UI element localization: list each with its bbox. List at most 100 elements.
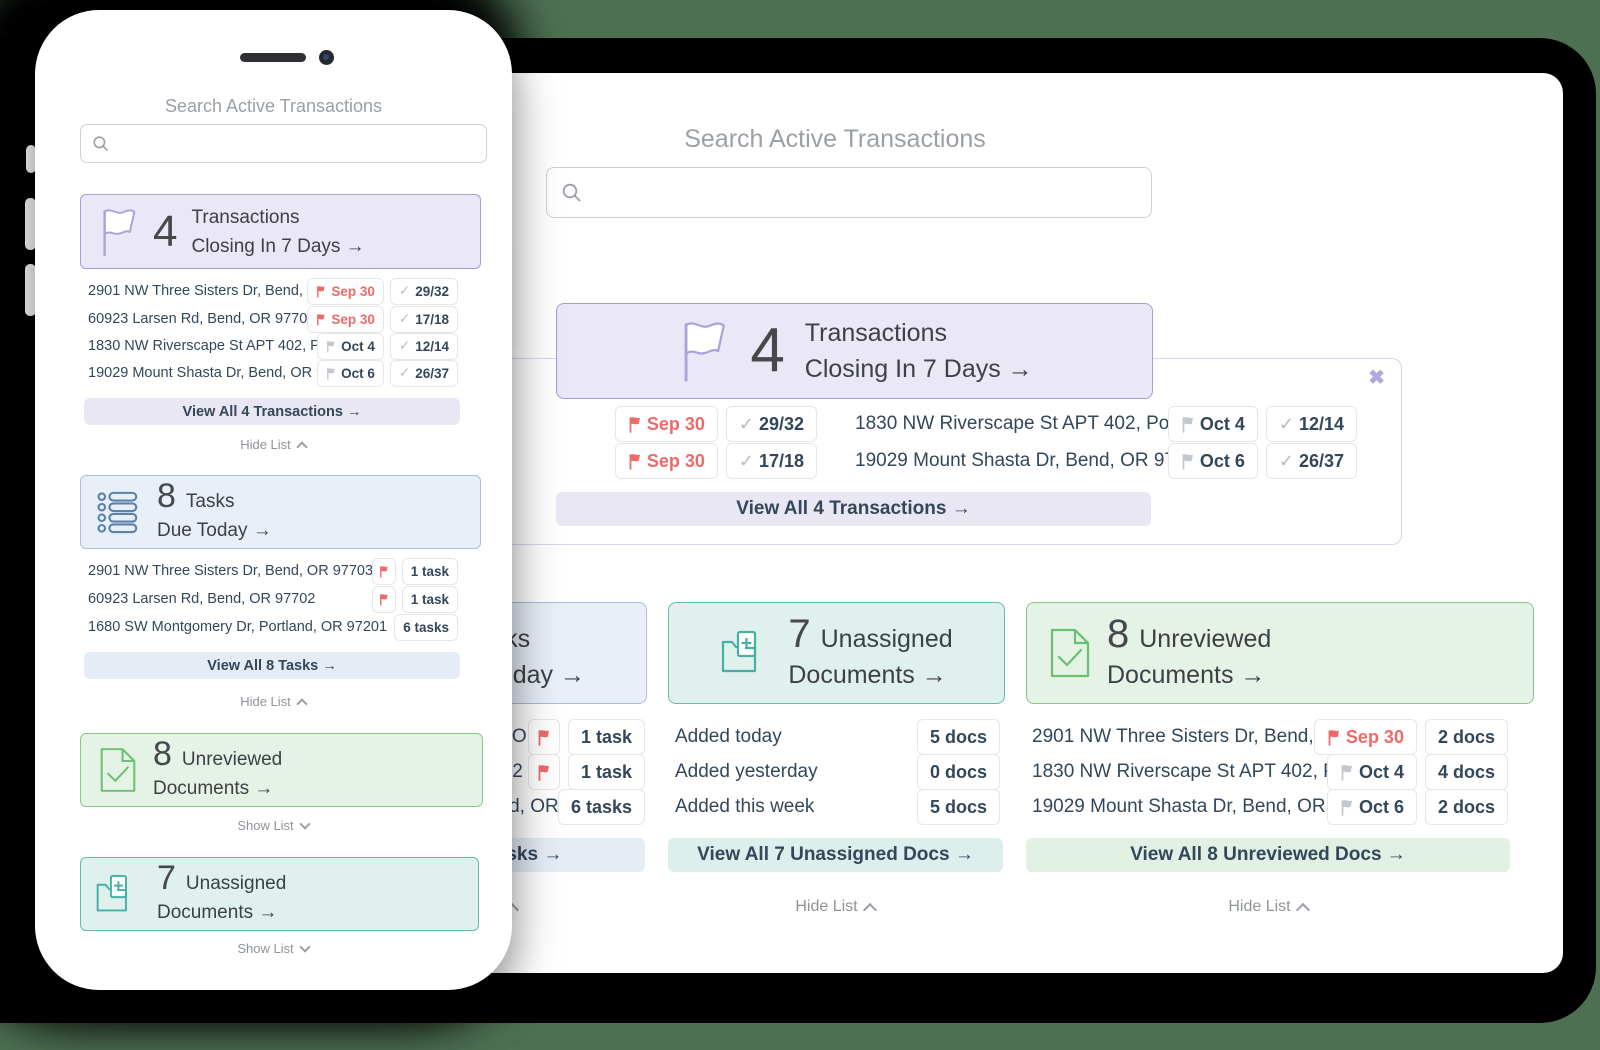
close-icon[interactable]: ✖	[1368, 365, 1385, 390]
closing-date: Oct 4	[1200, 414, 1245, 435]
tasks-hide-list-toggle[interactable]: Hide List	[213, 694, 333, 709]
checklist-progress: 26/37	[415, 366, 449, 381]
chevron-up-icon	[296, 441, 307, 452]
transaction-address: 19029 Mount Shasta Dr, Bend, OR 9...	[88, 365, 317, 381]
checklist-progress: 17/18	[415, 312, 449, 327]
unreviewed-doc-row[interactable]: 2901 NW Three Sisters Dr, Bend, O... Sep…	[1032, 720, 1508, 754]
page-title: Search Active Transactions	[546, 125, 1124, 154]
view-all-transactions-button[interactable]: View All 4 Transactions →	[84, 398, 460, 425]
view-all-unreviewed-button[interactable]: View All 8 Unreviewed Docs →	[1026, 838, 1510, 872]
closing-date-badge: Sep 30	[615, 406, 718, 442]
tasks-summary-card[interactable]: 8Tasks Due Today →	[80, 475, 481, 549]
unassigned-doc-row[interactable]: Added today 5 docs	[675, 720, 1000, 754]
checklist-progress-badge: ✓ 26/37	[390, 360, 458, 387]
search-input[interactable]	[593, 167, 1137, 218]
doc-count: 0 docs	[930, 762, 987, 783]
closing-date: Oct 6	[341, 366, 375, 381]
page-title: Search Active Transactions	[35, 96, 512, 117]
closing-date: Sep 30	[1346, 727, 1404, 748]
closing-date: Sep 30	[647, 451, 705, 472]
folder-plus-icon	[95, 873, 141, 916]
doc-group-label: Added yesterday	[675, 761, 818, 783]
task-address: 2901 NW Three Sisters Dr, Bend, OR 97703	[88, 563, 372, 579]
transaction-row[interactable]: 2901 NW Three Sisters Dr, Bend, O... Sep…	[88, 278, 458, 304]
check-icon: ✓	[739, 451, 754, 472]
search-input[interactable]	[118, 124, 475, 163]
closing-date-badge: Oct 4	[317, 333, 384, 360]
unreviewed-show-list-toggle[interactable]: Show List	[213, 818, 333, 833]
transaction-row[interactable]: 19029 Mount Shasta Dr, Bend, OR 9... Oct…	[88, 360, 458, 386]
transaction-row[interactable]: 19029 Mount Shasta Dr, Bend, OR 977... O…	[855, 444, 1357, 478]
folder-plus-icon	[720, 629, 772, 677]
flag-icon	[379, 593, 389, 606]
unassigned-docs-summary-card[interactable]: 7Unassigned Documents →	[80, 857, 479, 931]
task-row[interactable]: 1680 SW Montgomery Dr, Portland, OR 9720…	[88, 614, 458, 640]
task-count-badge: 1 task	[402, 558, 458, 585]
search-icon	[561, 182, 583, 204]
task-address: 60923 Larsen Rd, Bend, OR 97702	[88, 591, 315, 607]
doc-count-badge: 0 docs	[917, 754, 1000, 790]
doc-count: 5 docs	[930, 727, 987, 748]
unreviewed-card-label: 8Unreviewed Documents →	[1107, 614, 1271, 693]
checklist-progress-badge: ✓ 12/14	[1266, 406, 1357, 442]
doc-count-badge: 2 docs	[1425, 789, 1508, 825]
transactions-hide-list-toggle[interactable]: Hide List	[213, 437, 333, 452]
search-input-wrapper	[546, 167, 1152, 218]
flag-icon	[316, 285, 326, 298]
chevron-up-icon	[1296, 902, 1310, 916]
closing-date-badge: Sep 30	[307, 306, 384, 333]
chevron-up-icon	[863, 902, 877, 916]
doc-count-badge: 5 docs	[917, 719, 1000, 755]
checklist-progress-badge: ✓ 12/14	[390, 333, 458, 360]
tasks-count: 8	[157, 477, 176, 515]
transactions-card-label: Transactions Closing In 7 Days →	[805, 315, 1033, 387]
transaction-row[interactable]: 1830 NW Riverscape St APT 402, P... Oct …	[88, 333, 458, 359]
task-count: 1 task	[581, 762, 632, 783]
unassigned-doc-row[interactable]: Added yesterday 0 docs	[675, 755, 1000, 789]
card-label-line1: Transactions	[191, 203, 364, 232]
view-all-transactions-button[interactable]: View All 4 Transactions →	[556, 492, 1151, 526]
view-all-tasks-button[interactable]: View All 8 Tasks →	[84, 652, 460, 679]
document-check-icon	[99, 746, 137, 794]
toggle-label: Hide List	[1228, 898, 1290, 916]
transactions-summary-card[interactable]: 4 Transactions Closing In 7 Days →	[80, 194, 481, 269]
unreviewed-docs-summary-card[interactable]: 8Unreviewed Documents →	[1026, 602, 1534, 704]
task-row[interactable]: 2901 NW Three Sisters Dr, Bend, OR 97703…	[88, 558, 458, 584]
unassigned-hide-list-toggle[interactable]: Hide List	[775, 898, 895, 916]
transaction-row[interactable]: 1830 NW Riverscape St APT 402, Port... O…	[855, 407, 1357, 441]
doc-count: 4 docs	[1438, 762, 1495, 783]
checklist-progress-badge: ✓ 17/18	[726, 443, 817, 479]
doc-address: 1830 NW Riverscape St APT 402, P...	[1032, 761, 1327, 783]
toggle-label: Hide List	[240, 694, 291, 709]
flag-icon	[628, 416, 642, 433]
unreviewed-docs-summary-card[interactable]: 8Unreviewed Documents →	[80, 733, 483, 807]
check-icon: ✓	[1279, 414, 1294, 435]
unreviewed-doc-row[interactable]: 19029 Mount Shasta Dr, Bend, OR 9... Oct…	[1032, 790, 1508, 824]
transaction-address: 1830 NW Riverscape St APT 402, P...	[88, 338, 317, 354]
doc-address: 19029 Mount Shasta Dr, Bend, OR 9...	[1032, 796, 1327, 818]
task-count-badge: 1 task	[402, 586, 458, 613]
flag-icon	[326, 367, 336, 380]
flag-icon	[537, 764, 551, 781]
unassigned-show-list-toggle[interactable]: Show List	[213, 941, 333, 956]
checklist-icon	[97, 490, 141, 534]
task-count: 6 tasks	[403, 620, 449, 635]
closing-date: Oct 6	[1359, 797, 1404, 818]
view-all-unassigned-button[interactable]: View All 7 Unassigned Docs →	[668, 838, 1003, 872]
unassigned-doc-row[interactable]: Added this week 5 docs	[675, 790, 1000, 824]
unreviewed-doc-row[interactable]: 1830 NW Riverscape St APT 402, P... Oct …	[1032, 755, 1508, 789]
unassigned-docs-summary-card[interactable]: 7Unassigned Documents →	[668, 602, 1005, 704]
flag-icon	[97, 206, 139, 258]
chevron-up-icon	[296, 698, 307, 709]
unreviewed-count: 8	[1107, 612, 1129, 656]
transaction-row[interactable]: 60923 Larsen Rd, Bend, OR 97702 Sep 30 ✓…	[88, 306, 458, 332]
doc-count-badge: 2 docs	[1425, 719, 1508, 755]
flag-icon	[676, 318, 730, 384]
unreviewed-hide-list-toggle[interactable]: Hide List	[1208, 898, 1328, 916]
transactions-summary-card[interactable]: 4 Transactions Closing In 7 Days →	[556, 303, 1153, 399]
doc-count: 2 docs	[1438, 797, 1495, 818]
task-row[interactable]: 60923 Larsen Rd, Bend, OR 97702 1 task	[88, 586, 458, 612]
task-count-badge: 1 task	[568, 754, 645, 790]
transaction-address: 19029 Mount Shasta Dr, Bend, OR 977...	[855, 450, 1168, 472]
transaction-address: 2901 NW Three Sisters Dr, Bend, O...	[88, 283, 307, 299]
